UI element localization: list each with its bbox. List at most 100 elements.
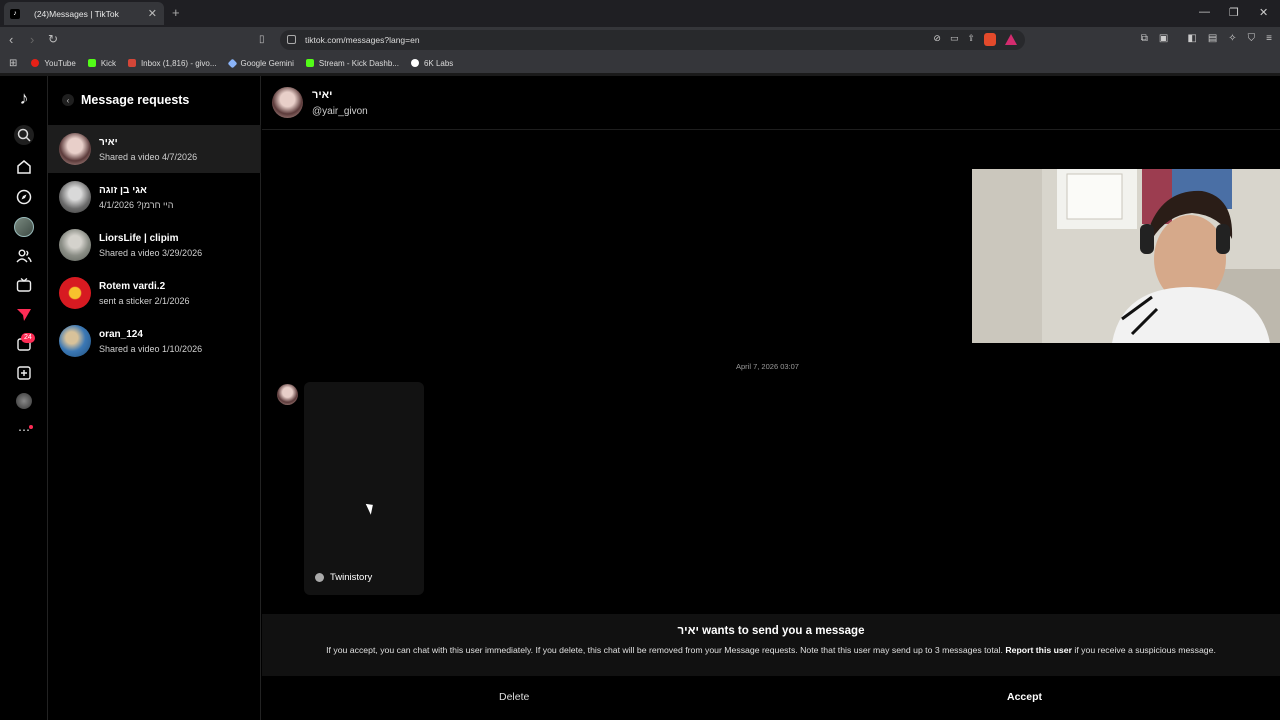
gmail-icon [127,59,136,67]
bookmark-6k-labs[interactable]: 6K Labs [410,59,453,68]
upload-icon[interactable] [16,365,32,381]
reload-icon[interactable]: ↻ [48,32,58,46]
avatar [59,325,91,357]
tab-title: (24)Messages | TikTok [34,8,119,19]
url-actions: ⊘ ▭ ⇪ [933,33,1017,46]
conversation-item[interactable]: oran_124 Shared a video 1/10/2026 [48,317,261,365]
profile-avatar-icon[interactable] [16,393,32,409]
webcam-overlay [972,169,1280,343]
wallet-icon[interactable]: ▣ [1159,33,1168,44]
cast-icon[interactable]: ▭ [950,33,959,46]
live-icon[interactable] [16,277,32,293]
webcam-image [972,169,1280,343]
message-timestamp: April 7, 2026 03:07 [736,362,799,371]
toolbar-icons: ⧉ ▣ ◧ ▤ ✧ ⛉ ≡ [1141,33,1272,44]
conversation-name: יאיר [99,136,118,148]
conversation-name: Rotem vardi.2 [99,280,166,292]
avatar[interactable] [277,384,298,405]
conversation-item[interactable]: LiorsLife | clipim Shared a video 3/29/2… [48,221,261,269]
back-button[interactable]: ‹ [62,94,74,106]
request-title: יאיר wants to send you a message [677,625,865,637]
menu-icon[interactable]: ≡ [1266,33,1272,44]
share-icon[interactable]: ⇪ [967,33,975,46]
bookmark-gmail[interactable]: Inbox (1,816) - givo... [127,59,217,68]
no-translate-icon[interactable]: ⊘ [933,33,941,46]
search-icon[interactable] [14,125,34,145]
brave-shield-icon[interactable] [984,33,996,46]
brave-rewards-icon[interactable] [1005,34,1017,45]
nav-rail: ♪ 24 ⋯ [0,76,48,720]
avatar [59,277,91,309]
message-requests-panel: ‹ Message requests יאיר Shared a video 4… [48,76,261,720]
delete-button[interactable]: Delete [499,691,529,703]
bookmark-kick[interactable]: Kick [87,59,116,68]
youtube-icon [31,59,40,67]
conversation-item[interactable]: יאיר Shared a video 4/7/2026 [48,125,261,173]
vpn-icon[interactable]: ⛉ [1248,33,1256,44]
home-icon[interactable] [16,159,32,175]
friends-icon[interactable] [16,248,32,264]
video-author-name: Twinistory [330,572,373,583]
forward-icon[interactable]: › [30,32,34,47]
avatar[interactable] [272,87,303,118]
minimize-icon[interactable]: — [1199,6,1210,18]
message-request-banner: יאיר wants to send you a message If you … [262,614,1280,676]
bookmark-icon[interactable]: ▯ [259,34,265,45]
chat-user-handle[interactable]: @yair_givon [312,106,368,117]
extensions-icon[interactable]: ⧉ [1141,33,1148,44]
site-info-icon[interactable] [287,35,296,44]
chat-user-name[interactable]: יאיר [312,89,332,101]
kick-icon [87,59,96,67]
more-notification-dot [29,425,33,429]
shared-video-card[interactable]: Twinistory [304,382,424,595]
send-glyph [17,309,31,321]
friends-glyph [16,249,32,263]
browser-nav-bar: ‹ › ↻ ▯ tiktok.com/messages?lang=en ⊘ ▭ … [0,27,1280,53]
conversation-item[interactable]: אגי בן זוגה היי חרמן? 4/1/2026 [48,173,261,221]
conversation-preview: Shared a video 4/7/2026 [99,151,198,162]
bookmarks-bar: ⊞ YouTube Kick Inbox (1,816) - givo... G… [0,53,1280,73]
request-description: If you accept, you can chat with this us… [326,645,1216,655]
browser-tab[interactable]: ♪ (24)Messages | TikTok ✕ [4,2,164,25]
close-window-icon[interactable]: ✕ [1259,6,1268,19]
plus-square-glyph [17,366,31,380]
conversation-preview: Shared a video 3/29/2026 [99,247,203,258]
user-icon [315,573,324,582]
kick-icon [305,59,314,67]
avatar [59,133,91,165]
tiktok-favicon-icon: ♪ [10,8,20,19]
conversation-item[interactable]: Rotem vardi.2 sent a sticker 2/1/2026 [48,269,261,317]
list-header: ‹ Message requests [62,93,189,107]
new-tab-icon[interactable]: + [172,5,180,20]
sidebar-toggle-icon[interactable]: ◧ [1187,33,1196,44]
apps-grid-icon[interactable]: ⊞ [9,58,17,69]
url-text[interactable]: tiktok.com/messages?lang=en [305,35,420,45]
conversation-name: אגי בן זוגה [99,184,147,196]
avatar [59,229,91,261]
address-bar[interactable]: tiktok.com/messages?lang=en ⊘ ▭ ⇪ [280,30,1025,50]
bookmark-gemini[interactable]: Google Gemini [227,58,294,68]
chat-header: יאיר @yair_givon [262,76,1280,130]
home-glyph [17,160,31,174]
bookmark-youtube[interactable]: YouTube [31,59,76,68]
following-avatar-icon[interactable] [14,217,34,237]
conversation-name: oran_124 [99,328,143,340]
explore-icon[interactable] [16,189,32,205]
tiktok-logo-icon[interactable]: ♪ [16,88,32,108]
browser-tab-bar: ♪ (24)Messages | TikTok ✕ + — ❐ ✕ [0,0,1280,27]
video-author[interactable]: Twinistory [315,572,372,583]
accept-button[interactable]: Accept [1007,691,1042,703]
bookmark-kick-dashboard[interactable]: Stream - Kick Dashb... [305,59,399,68]
messages-icon[interactable] [16,307,32,323]
restore-icon[interactable]: ❐ [1229,6,1239,19]
report-user-link[interactable]: Report this user [1005,645,1072,655]
close-tab-icon[interactable]: ✕ [148,7,157,20]
gemini-icon [227,58,237,68]
conversation-preview: Shared a video 1/10/2026 [99,343,203,354]
leo-ai-icon[interactable]: ✧ [1228,33,1236,44]
request-actions: Delete Accept [262,676,1280,720]
reader-icon[interactable]: ▤ [1208,33,1217,44]
compass-glyph [16,189,32,205]
back-icon[interactable]: ‹ [9,32,13,47]
search-glyph [17,128,31,142]
